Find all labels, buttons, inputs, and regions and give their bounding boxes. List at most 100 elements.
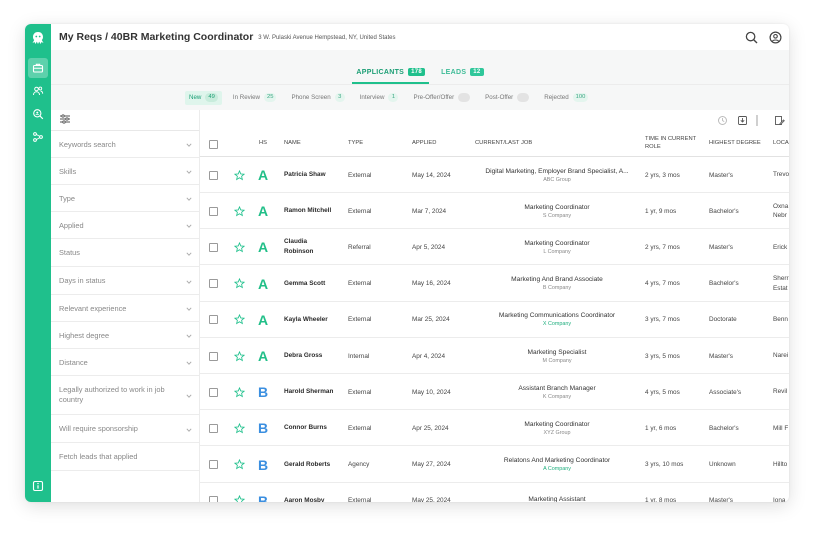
row-checkbox[interactable] <box>209 266 218 302</box>
search-person-icon[interactable] <box>28 104 48 124</box>
candidate-name[interactable]: Gerald Roberts <box>284 447 344 483</box>
row-checkbox[interactable] <box>209 157 218 193</box>
user-circle-icon[interactable] <box>768 30 782 44</box>
stage-label: In Review <box>232 94 261 101</box>
people-icon[interactable] <box>28 81 48 101</box>
col-time-in-role[interactable]: TIME IN CURRENT ROLE <box>645 131 701 157</box>
candidate-name[interactable]: Aaron Mosby <box>284 483 344 502</box>
info-icon[interactable] <box>28 476 48 496</box>
table-row[interactable]: A Kayla Wheeler External Mar 25, 2024 Market… <box>200 302 789 338</box>
star-icon[interactable] <box>234 447 245 483</box>
tab-applicants[interactable]: APPLICANTS 178 <box>352 68 430 84</box>
star-icon[interactable] <box>234 302 245 338</box>
highest-degree: Bachelor's <box>709 280 739 288</box>
stage-pre-offer[interactable]: Pre-Offer/Offer <box>409 91 474 105</box>
filter-row[interactable]: Applied <box>51 212 199 239</box>
table-row[interactable]: A Gemma Scott External May 16, 2024 Marketin… <box>200 266 789 302</box>
filter-row[interactable]: Days in status <box>51 267 199 295</box>
filter-row[interactable]: Will require sponsorship <box>51 415 199 443</box>
hiring-score-grade: A <box>258 275 269 292</box>
stage-new[interactable]: New 49 <box>185 90 222 105</box>
row-checkbox[interactable] <box>209 374 218 410</box>
stage-post-offer[interactable]: Post-Offer <box>481 91 533 105</box>
time-in-role: 1 yr, 6 mos <box>645 424 677 432</box>
filter-row[interactable]: Skills <box>51 158 199 185</box>
table-row[interactable]: B Harold Sherman External May 10, 2024 Assis… <box>200 374 789 411</box>
time-in-role: 4 yrs, 7 mos <box>645 280 680 288</box>
filter-row[interactable]: Keywords search <box>51 131 199 158</box>
col-hs[interactable]: HS <box>259 131 267 157</box>
table-row[interactable]: A Patricia Shaw External May 14, 2024 Digita… <box>200 157 789 193</box>
tab-label: LEADS <box>441 68 467 76</box>
time-in-role: 3 yrs, 10 mos <box>645 461 684 469</box>
table-row[interactable]: A Debra Gross Internal Apr 4, 2024 Marketing… <box>200 338 789 374</box>
table-row[interactable]: B Aaron Mosby External May 25, 2024 Marketin… <box>200 483 789 502</box>
col-highest-degree[interactable]: HIGHEST DEGREE <box>709 131 761 157</box>
stage-count: 25 <box>264 93 277 102</box>
candidate-name[interactable]: Kayla Wheeler <box>284 302 344 338</box>
filter-row[interactable]: Relevant experience <box>51 295 199 322</box>
stage-phone-screen[interactable]: Phone Screen 3 <box>287 91 348 105</box>
row-checkbox[interactable] <box>209 193 218 229</box>
star-icon[interactable] <box>234 157 245 193</box>
table-row[interactable]: B Connor Burns External Apr 25, 2024 Marketi… <box>200 410 789 447</box>
filter-row[interactable]: Fetch leads that applied <box>51 443 199 471</box>
col-current-job[interactable]: CURRENT/LAST JOB <box>475 131 532 157</box>
row-checkbox[interactable] <box>209 410 218 446</box>
refresh-icon[interactable] <box>716 114 729 127</box>
star-icon[interactable] <box>234 266 245 302</box>
star-icon[interactable] <box>234 193 245 229</box>
highest-degree: Master's <box>709 352 733 360</box>
candidate-name[interactable]: Connor Burns <box>284 410 344 446</box>
filter-row[interactable]: Highest degree <box>51 322 199 349</box>
octopus-logo-icon[interactable] <box>28 28 48 48</box>
star-icon[interactable] <box>234 483 245 502</box>
row-checkbox[interactable] <box>209 338 218 374</box>
count-badge: 178 <box>408 68 426 76</box>
row-checkbox[interactable] <box>209 483 218 502</box>
stage-rejected[interactable]: Rejected 100 <box>540 91 592 105</box>
export-icon[interactable] <box>736 114 749 127</box>
candidate-name[interactable]: Claudia Robinson <box>284 229 344 265</box>
chevron-down-icon <box>186 250 192 256</box>
edit-columns-icon[interactable] <box>773 114 786 127</box>
stage-count: 49 <box>205 93 218 102</box>
star-icon[interactable] <box>234 410 245 446</box>
stage-in-review[interactable]: In Review 25 <box>229 91 281 105</box>
filter-sliders-icon[interactable] <box>59 111 71 129</box>
col-applied[interactable]: APPLIED <box>412 131 437 157</box>
company-name: L Company <box>543 248 571 255</box>
star-icon[interactable] <box>234 374 245 410</box>
applied-date: May 16, 2024 <box>412 280 451 288</box>
star-icon[interactable] <box>234 229 245 265</box>
candidate-name[interactable]: Patricia Shaw <box>284 157 344 193</box>
workflow-icon[interactable] <box>28 127 48 147</box>
company-name[interactable]: A Company <box>543 466 571 472</box>
stage-interview[interactable]: Interview 1 <box>356 91 403 105</box>
select-all-checkbox[interactable] <box>209 131 218 157</box>
row-checkbox[interactable] <box>209 447 218 483</box>
filter-row[interactable]: Distance <box>51 349 199 376</box>
filter-row[interactable]: Type <box>51 185 199 212</box>
filter-row[interactable]: Legally authorized to work in job countr… <box>51 376 199 415</box>
candidate-name[interactable]: Debra Gross <box>284 338 344 374</box>
table-row[interactable]: B Gerald Roberts Agency May 27, 2024 Relaton… <box>200 447 789 483</box>
star-icon[interactable] <box>234 338 245 374</box>
tab-leads[interactable]: LEADS 12 <box>437 68 488 84</box>
row-checkbox[interactable] <box>209 229 218 265</box>
col-location[interactable]: LOCA <box>773 131 789 157</box>
table-row[interactable]: A Claudia Robinson Referral Apr 5, 2024 Mark… <box>200 229 789 266</box>
filter-row[interactable]: Status <box>51 239 199 267</box>
table-row[interactable]: A Ramon Mitchell External Mar 7, 2024 Market… <box>200 193 789 230</box>
row-checkbox[interactable] <box>209 302 218 338</box>
search-icon[interactable] <box>744 30 758 44</box>
briefcase-icon[interactable] <box>28 58 48 78</box>
col-name[interactable]: NAME <box>284 131 301 157</box>
candidate-name[interactable]: Ramon Mitchell <box>284 193 344 229</box>
chevron-down-icon <box>186 426 192 432</box>
col-type[interactable]: TYPE <box>348 131 363 157</box>
candidate-name[interactable]: Harold Sherman <box>284 374 344 410</box>
company-name[interactable]: X Company <box>543 321 571 327</box>
candidate-name[interactable]: Gemma Scott <box>284 266 344 302</box>
applied-date: May 14, 2024 <box>412 171 451 179</box>
